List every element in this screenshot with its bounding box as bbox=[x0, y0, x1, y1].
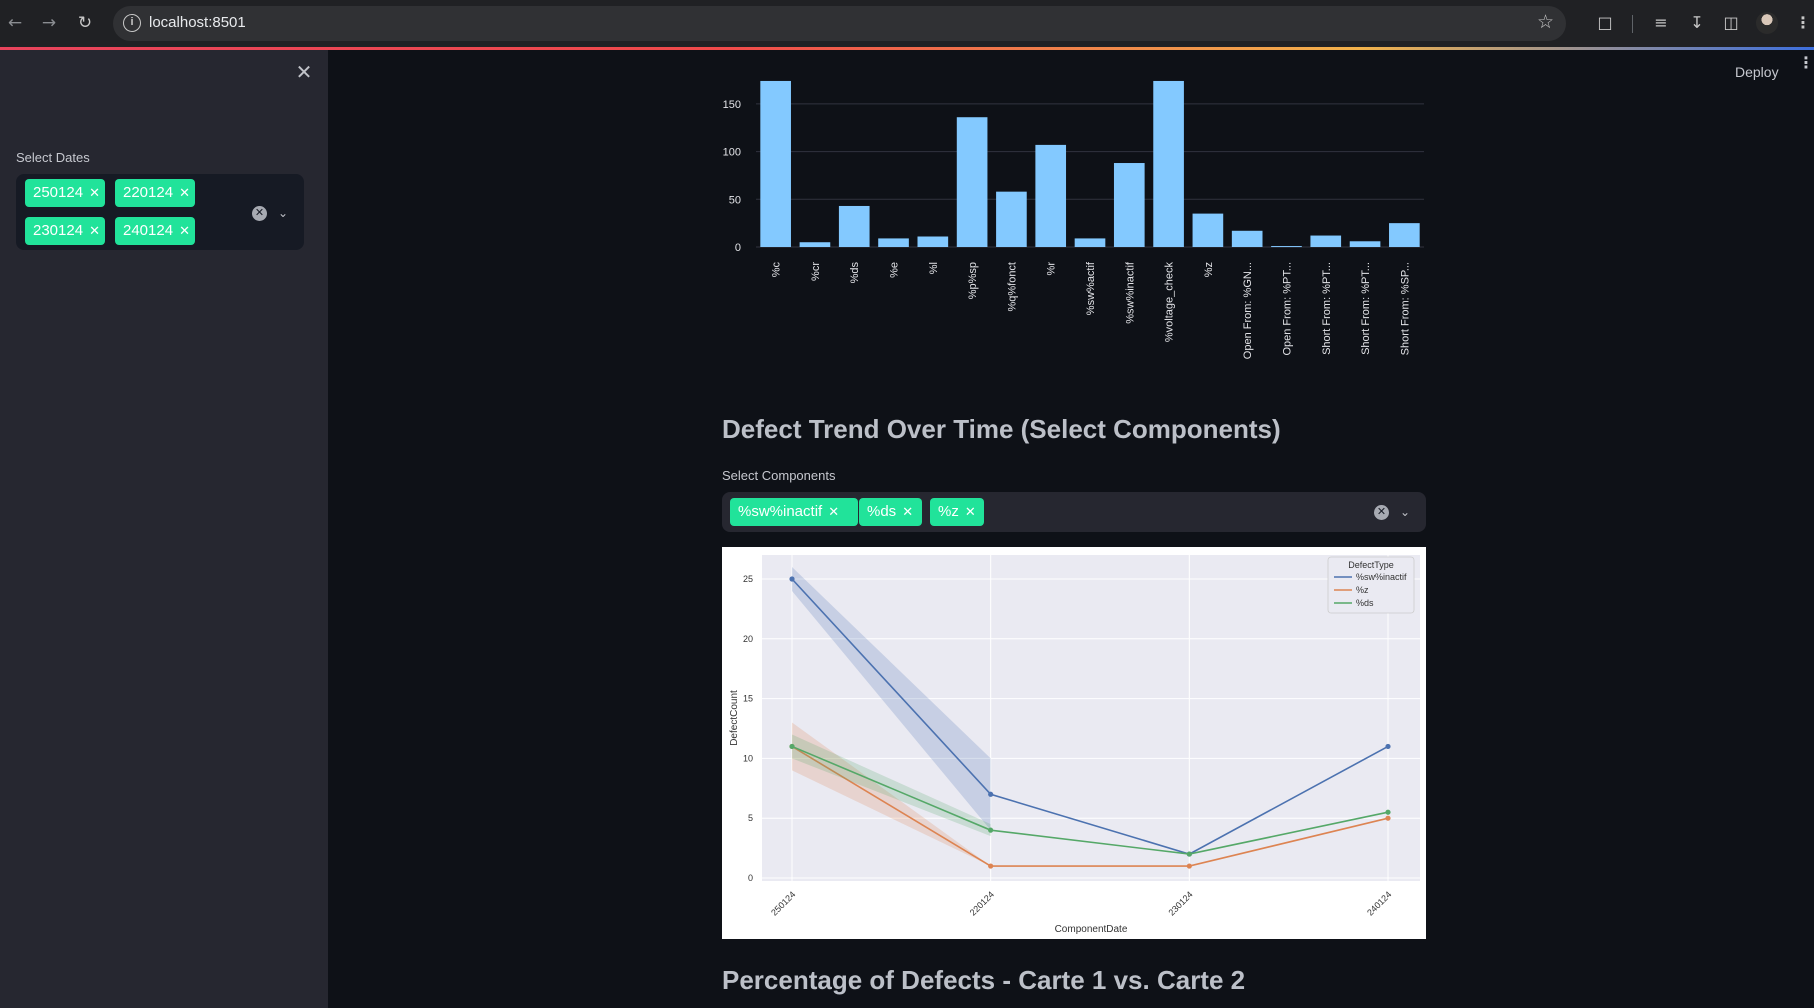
legend-entry: %sw%inactif bbox=[1356, 572, 1407, 582]
bar bbox=[1349, 241, 1381, 247]
data-point bbox=[1186, 863, 1192, 869]
x-tick-label: %voltage_check bbox=[1164, 262, 1176, 343]
x-tick-label: %ds bbox=[849, 262, 861, 284]
x-tick-label: %sw%actif bbox=[1085, 261, 1097, 315]
bar bbox=[1231, 230, 1263, 247]
x-axis-label: ComponentDate bbox=[1055, 924, 1128, 935]
legend-title: DefectType bbox=[1348, 560, 1394, 570]
percentage-section-title: Percentage of Defects - Carte 1 vs. Cart… bbox=[722, 965, 1246, 995]
x-tick-label: %e bbox=[889, 262, 901, 278]
defect-trend-line-chart: 0 5 10 15 20 25 250124 220124 230124 240124 Compon… bbox=[729, 555, 1420, 935]
x-tick-label: %l bbox=[928, 262, 940, 274]
x-tick-label: Open From: %PT... bbox=[1281, 262, 1293, 356]
component-tag: %sw%inactif ✕ bbox=[730, 498, 858, 526]
bar bbox=[917, 236, 949, 247]
x-tick-label: %r bbox=[1046, 262, 1058, 276]
plot-area bbox=[762, 555, 1420, 881]
bar bbox=[760, 80, 791, 247]
remove-tag-icon[interactable]: ✕ bbox=[828, 504, 839, 519]
chevron-down-icon[interactable]: ⌄ bbox=[1398, 505, 1412, 519]
data-point bbox=[988, 863, 994, 869]
legend: DefectType %sw%inactif %z %ds bbox=[1327, 556, 1415, 614]
x-tick-label: %sw%inactif bbox=[1124, 261, 1136, 324]
x-tick-label: %z bbox=[1203, 262, 1215, 277]
y-tick-label: 20 bbox=[743, 634, 753, 644]
components-multiselect[interactable]: %sw%inactif ✕ %ds ✕ %z ✕ ✕ ⌄ bbox=[722, 492, 1426, 532]
defect-count-bar-chart: 0 50 100 150 %c %cr %ds %e %l %p%sp %q%fonct %r %sw%… bbox=[723, 80, 1424, 359]
data-point bbox=[988, 827, 994, 833]
y-tick-label: 150 bbox=[723, 99, 741, 111]
y-tick-label: 0 bbox=[748, 873, 753, 883]
bar bbox=[838, 205, 870, 247]
select-components-label: Select Components bbox=[722, 468, 836, 483]
bar bbox=[1035, 144, 1067, 247]
x-tick-label: Short From: %SP... bbox=[1399, 262, 1411, 355]
x-tick-label: 230124 bbox=[1166, 889, 1194, 917]
bar bbox=[799, 242, 831, 247]
bar bbox=[1389, 223, 1420, 247]
bar bbox=[956, 117, 988, 248]
data-point bbox=[1385, 743, 1391, 750]
y-tick-label: 50 bbox=[729, 194, 741, 206]
bar bbox=[1271, 246, 1302, 248]
remove-tag-icon[interactable]: ✕ bbox=[902, 504, 913, 519]
bar bbox=[1153, 80, 1184, 247]
y-axis-label: DefectCount bbox=[729, 690, 740, 746]
y-tick-label: 100 bbox=[723, 147, 741, 159]
bar bbox=[1113, 163, 1145, 247]
x-tick-label: %cr bbox=[810, 262, 822, 281]
bar bbox=[996, 191, 1027, 247]
data-point bbox=[789, 576, 795, 582]
clear-all-icon[interactable]: ✕ bbox=[1374, 505, 1389, 520]
y-tick-label: 5 bbox=[748, 813, 753, 823]
x-tick-label: Open From: %GN... bbox=[1242, 262, 1254, 359]
y-tick-label: 15 bbox=[743, 694, 753, 704]
y-tick-label: 10 bbox=[743, 753, 753, 763]
x-tick-label: 240124 bbox=[1365, 889, 1393, 917]
bar bbox=[1192, 213, 1224, 247]
data-point bbox=[988, 791, 994, 797]
y-tick-label: 25 bbox=[743, 574, 753, 584]
y-tick-label: 0 bbox=[735, 242, 741, 254]
remove-tag-icon[interactable]: ✕ bbox=[965, 504, 976, 519]
data-point bbox=[1385, 815, 1391, 821]
bar bbox=[878, 238, 909, 247]
x-tick-label: Short From: %PT... bbox=[1360, 262, 1372, 355]
data-point bbox=[789, 743, 795, 750]
legend-entry: %z bbox=[1356, 585, 1369, 595]
x-tick-label: %p%sp bbox=[967, 262, 979, 299]
legend-entry: %ds bbox=[1356, 598, 1374, 608]
data-point bbox=[1385, 809, 1391, 815]
component-tag: %z ✕ bbox=[930, 498, 984, 526]
bar bbox=[1310, 235, 1342, 247]
bar bbox=[1074, 238, 1106, 247]
x-tick-label: %c bbox=[771, 262, 783, 278]
x-tick-label: 220124 bbox=[968, 889, 996, 917]
component-tag: %ds ✕ bbox=[859, 498, 922, 526]
data-point bbox=[1186, 851, 1192, 857]
x-tick-label: %q%fonct bbox=[1006, 262, 1018, 312]
x-tick-label: Short From: %PT... bbox=[1321, 262, 1333, 355]
trend-section-title: Defect Trend Over Time (Select Component… bbox=[722, 414, 1281, 444]
x-tick-label: 250124 bbox=[769, 889, 797, 917]
defect-trend-figure: 0 5 10 15 20 25 250124 220124 230124 240124 Compon… bbox=[722, 547, 1426, 939]
